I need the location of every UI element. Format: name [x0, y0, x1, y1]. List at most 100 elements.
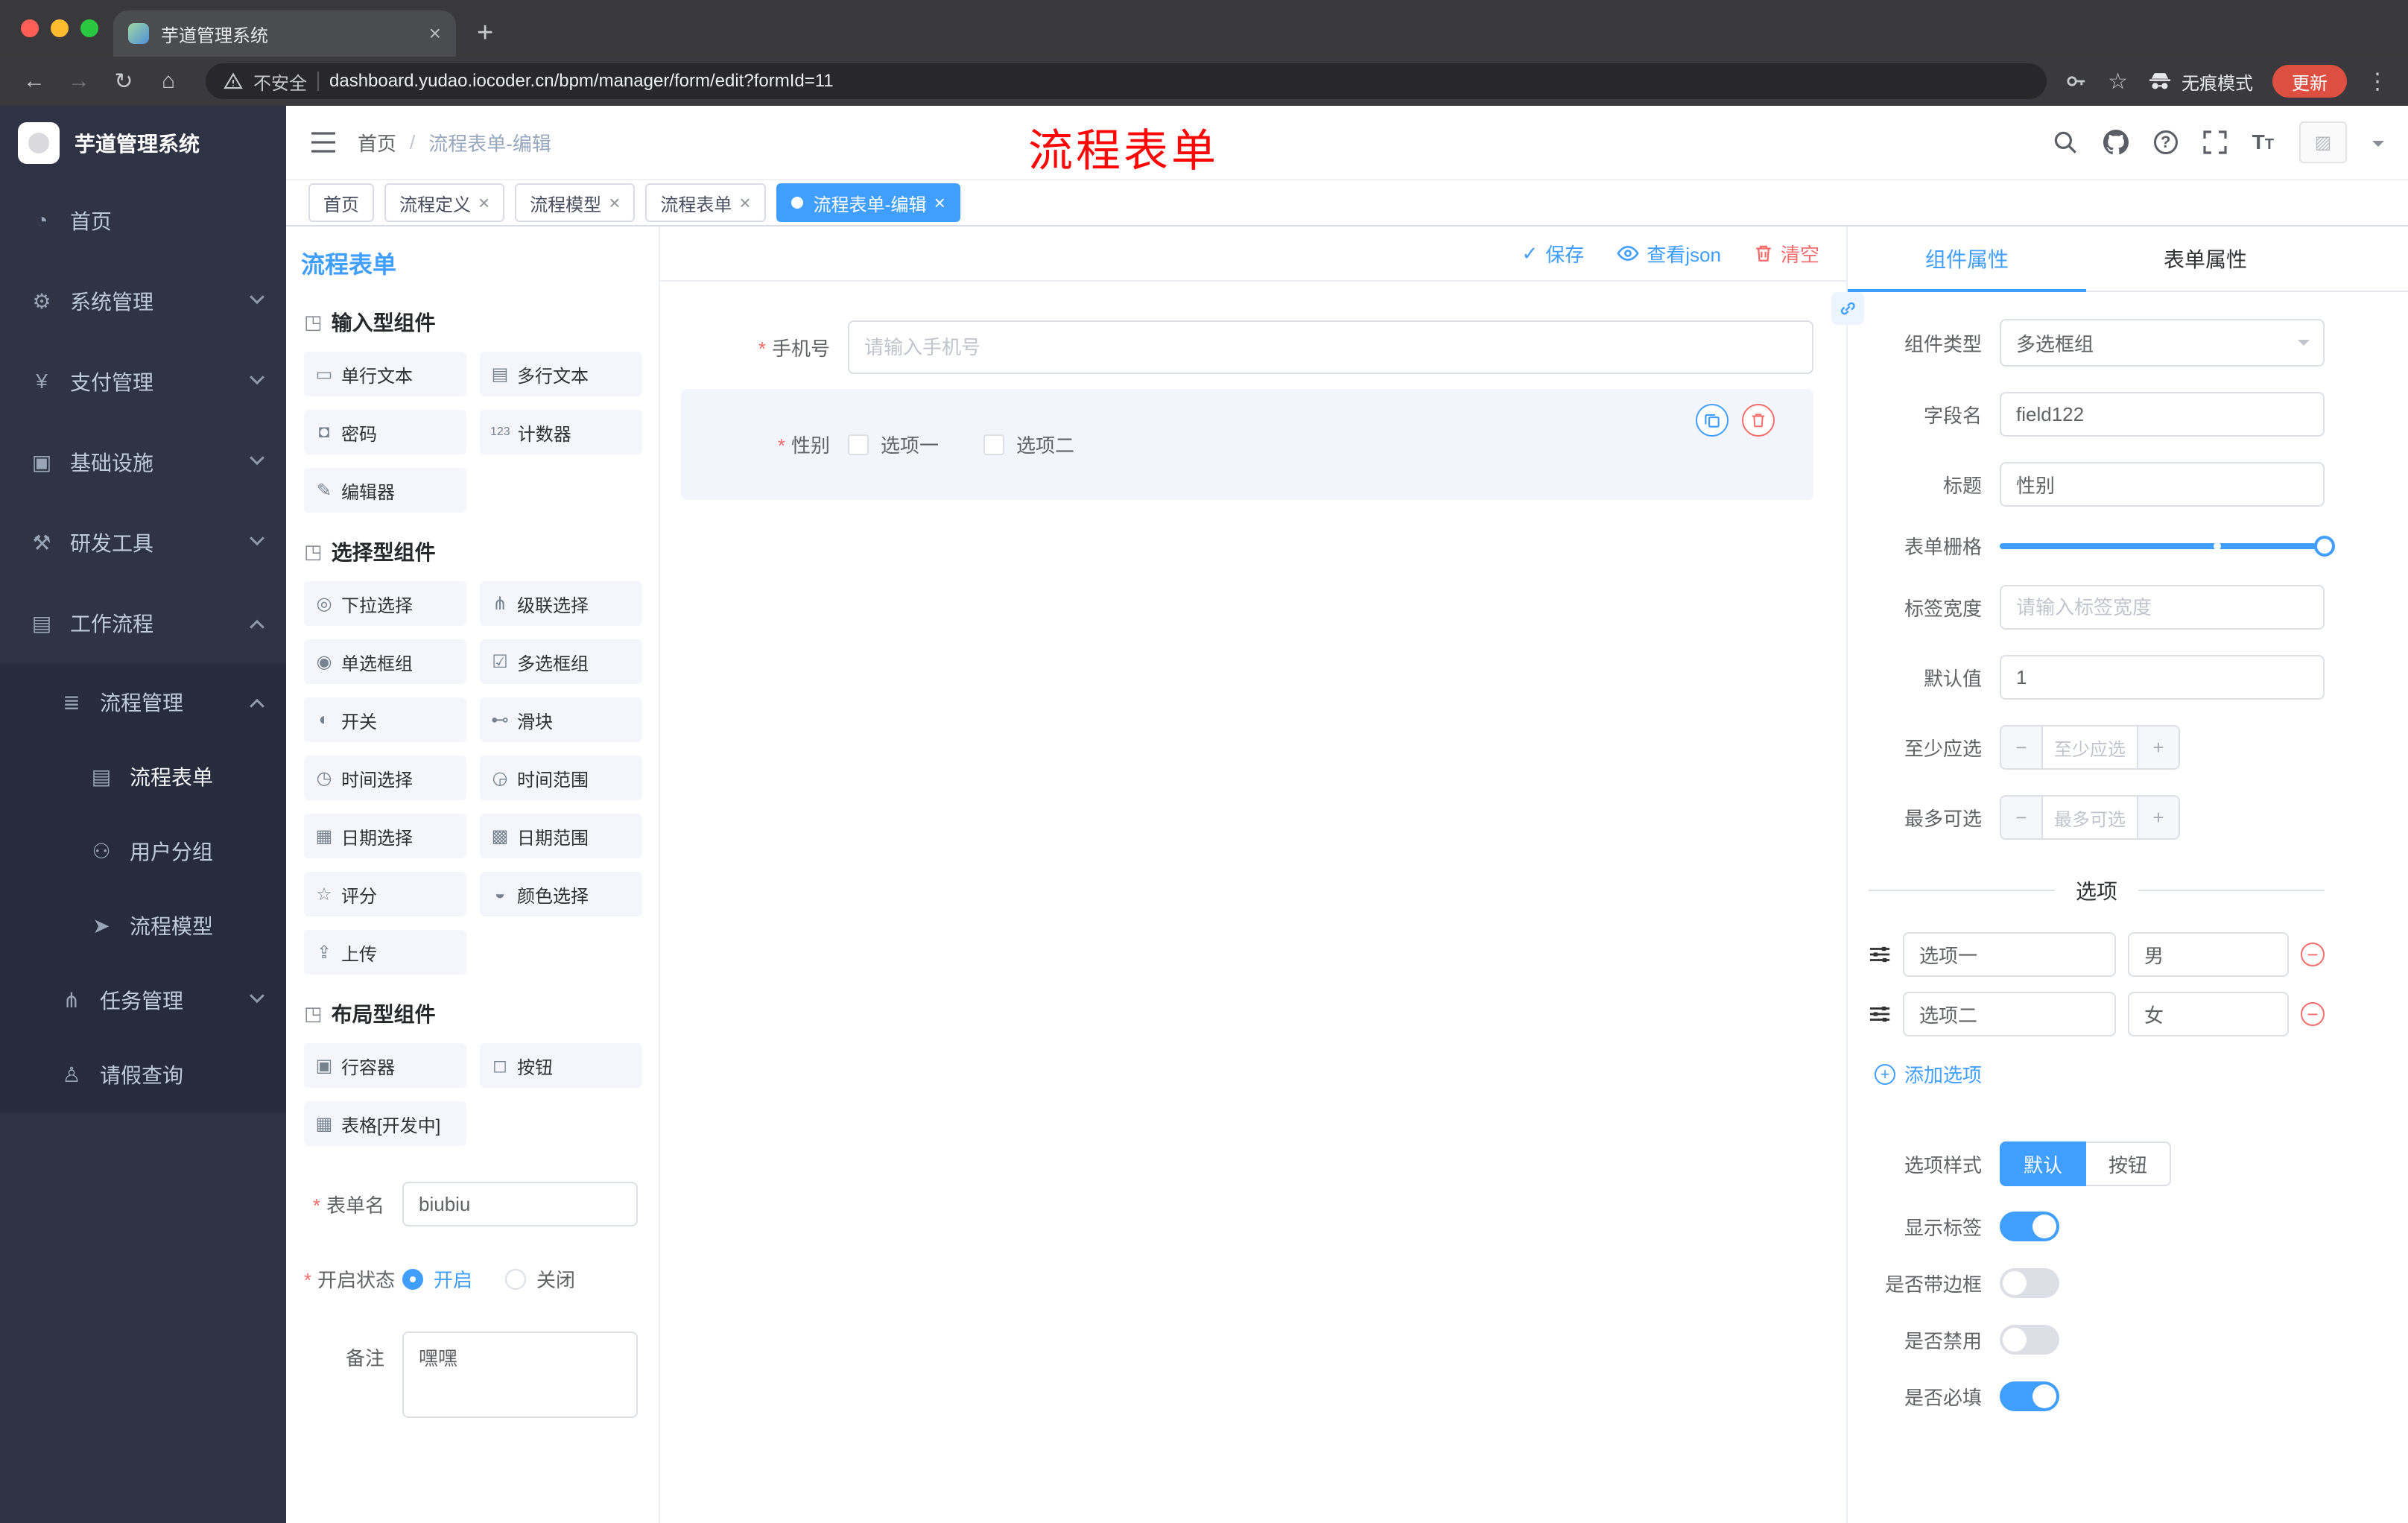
help-icon[interactable]: ? [2153, 130, 2178, 154]
font-size-icon[interactable]: TT [2252, 132, 2274, 153]
palette-component-item[interactable]: ☆ 评分 [304, 872, 466, 916]
breadcrumb-home[interactable]: 首页 [358, 129, 396, 156]
palette-component-item[interactable]: ☑ 多选框组 [480, 639, 642, 684]
sidebar-item-payment-management[interactable]: ¥ 支付管理 [0, 341, 286, 422]
tag-process-form-edit[interactable]: 流程表单-编辑 × [776, 183, 960, 222]
zoom-window-button[interactable] [80, 19, 98, 37]
sidebar-item-home[interactable]: ◔ 首页 [0, 180, 286, 261]
style-button-button[interactable]: 按钮 [2086, 1142, 2172, 1186]
palette-component-item[interactable]: ⊷ 滑块 [480, 697, 642, 742]
palette-component-item[interactable]: 123 计数器 [480, 410, 642, 455]
label-width-input[interactable] [2000, 585, 2325, 630]
address-bar[interactable]: 不安全 dashboard.yudao.iocoder.cn/bpm/manag… [206, 63, 2047, 99]
palette-component-item[interactable]: ▦ 日期选择 [304, 814, 466, 858]
palette-component-item[interactable]: ▭ 单行文本 [304, 352, 466, 396]
palette-component-item[interactable]: ✎ 编辑器 [304, 468, 466, 513]
default-value-input[interactable] [2000, 655, 2325, 700]
browser-tab[interactable]: 芋道管理系统 × [113, 10, 456, 57]
github-icon[interactable] [2103, 130, 2129, 155]
form-remark-input[interactable]: 嘿嘿 [402, 1332, 638, 1418]
tag-process-form[interactable]: 流程表单 × [645, 183, 766, 222]
remove-option-icon[interactable]: − [2301, 1002, 2325, 1026]
field-name-input[interactable] [2000, 392, 2325, 437]
minus-icon[interactable]: − [2001, 797, 2043, 838]
title-input[interactable] [2000, 462, 2325, 507]
sidebar-item-leave-query[interactable]: ♙ 请假查询 [0, 1037, 286, 1112]
view-json-button[interactable]: 查看json [1617, 240, 1721, 267]
plus-icon[interactable]: + [2137, 726, 2179, 768]
palette-component-item[interactable]: ▦ 表格[开发中] [304, 1101, 466, 1146]
sidebar-item-infrastructure[interactable]: ▣ 基础设施 [0, 422, 286, 502]
security-warning-icon[interactable] [224, 72, 243, 91]
link-icon[interactable] [1831, 292, 1864, 325]
password-key-icon[interactable] [2065, 69, 2088, 93]
bookmark-star-icon[interactable]: ☆ [2108, 69, 2128, 95]
hamburger-icon[interactable] [310, 131, 337, 153]
drag-handle-icon[interactable] [1869, 1003, 1891, 1025]
forward-button[interactable]: → [60, 69, 98, 94]
slider-handle[interactable] [2314, 535, 2335, 557]
form-name-input[interactable] [402, 1182, 638, 1226]
option-value-input[interactable] [2128, 992, 2289, 1036]
search-icon[interactable] [2053, 130, 2078, 155]
palette-component-item[interactable]: ◐ 开关 [304, 697, 466, 742]
tab-form-properties[interactable]: 表单属性 [2086, 227, 2325, 291]
sidebar-item-system-management[interactable]: ⚙ 系统管理 [0, 261, 286, 341]
close-window-button[interactable] [21, 19, 39, 37]
add-option-button[interactable]: + 添加选项 [1875, 1060, 1982, 1088]
palette-component-item[interactable]: ▤ 多行文本 [480, 352, 642, 396]
palette-component-item[interactable]: ◷ 时间选择 [304, 756, 466, 800]
option-label-input[interactable] [1903, 992, 2116, 1036]
minus-icon[interactable]: − [2001, 726, 2043, 768]
copy-component-button[interactable] [1696, 404, 1729, 437]
palette-component-item[interactable]: ▩ 日期范围 [480, 814, 642, 858]
back-button[interactable]: ← [15, 69, 54, 94]
palette-component-item[interactable]: ◶ 时间范围 [480, 756, 642, 800]
tab-component-properties[interactable]: 组件属性 [1848, 227, 2086, 292]
save-button[interactable]: ✓ 保存 [1521, 240, 1584, 267]
close-tag-icon[interactable]: × [478, 193, 489, 212]
phone-field-component[interactable]: 手机号 [681, 320, 1813, 374]
palette-component-item[interactable]: ▣ 行容器 [304, 1043, 466, 1088]
option-label-input[interactable] [1903, 932, 2116, 977]
gender-checkbox-component-selected[interactable]: 性别 选项一 选项二 [681, 389, 1813, 500]
component-type-select[interactable]: 多选框组 [2000, 319, 2325, 367]
palette-component-item[interactable]: ◒ 颜色选择 [480, 872, 642, 916]
remove-option-icon[interactable]: − [2301, 943, 2325, 966]
form-grid-slider[interactable] [2000, 535, 2335, 557]
sidebar-item-task-management[interactable]: ⋔ 任务管理 [0, 963, 286, 1037]
home-button[interactable]: ⌂ [149, 69, 188, 94]
sidebar-item-process-form[interactable]: ▤ 流程表单 [0, 739, 286, 814]
option-value-input[interactable] [2128, 932, 2289, 977]
sidebar-item-workflow[interactable]: ▤ 工作流程 [0, 583, 286, 663]
close-tag-icon[interactable]: × [934, 193, 945, 212]
style-default-button[interactable]: 默认 [2000, 1142, 2087, 1186]
new-tab-button[interactable]: + [477, 17, 493, 49]
palette-component-item[interactable]: ⇪ 上传 [304, 930, 466, 975]
plus-icon[interactable]: + [2137, 797, 2179, 838]
update-button[interactable]: 更新 [2272, 65, 2347, 98]
avatar-dropdown-caret-icon[interactable] [2372, 141, 2384, 153]
radio-status-on[interactable]: 开启 [402, 1265, 472, 1293]
phone-input[interactable] [848, 320, 1813, 374]
checkbox-option-1[interactable]: 选项一 [848, 431, 939, 458]
reload-button[interactable]: ↻ [104, 69, 143, 95]
close-tag-icon[interactable]: × [739, 193, 750, 212]
palette-component-item[interactable]: ◘ 密码 [304, 410, 466, 455]
border-switch[interactable] [2000, 1268, 2059, 1298]
palette-component-item[interactable]: ◎ 下拉选择 [304, 581, 466, 626]
minimize-window-button[interactable] [51, 19, 69, 37]
fullscreen-icon[interactable] [2203, 130, 2227, 154]
tag-process-definition[interactable]: 流程定义 × [384, 183, 505, 222]
tag-process-model[interactable]: 流程模型 × [515, 183, 636, 222]
clear-button[interactable]: 清空 [1754, 240, 1819, 267]
max-select-value[interactable]: 最多可选 [2043, 797, 2137, 838]
disabled-switch[interactable] [2000, 1325, 2059, 1355]
checkbox-option-2[interactable]: 选项二 [983, 431, 1074, 458]
sidebar-item-process-model[interactable]: ➤ 流程模型 [0, 888, 286, 963]
delete-component-button[interactable] [1742, 404, 1775, 437]
drag-handle-icon[interactable] [1869, 943, 1891, 966]
sidebar-item-devtools[interactable]: ⚒ 研发工具 [0, 502, 286, 583]
palette-component-item[interactable]: ◉ 单选框组 [304, 639, 466, 684]
close-tag-icon[interactable]: × [609, 193, 620, 212]
